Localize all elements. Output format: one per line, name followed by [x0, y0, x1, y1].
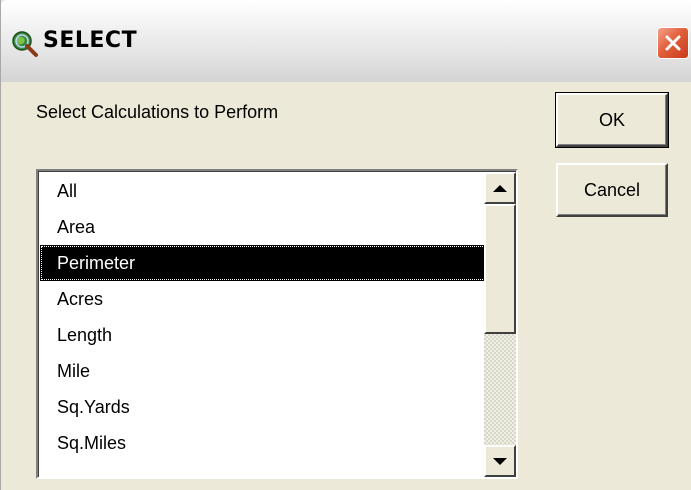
list-items: All Area Perimeter Acres Length Mile Sq.Yards S…	[40, 173, 486, 461]
list-item[interactable]: Sq.Yards	[40, 389, 486, 425]
title-bar[interactable]: SELECT	[1, 0, 691, 82]
listbox-frame: All Area Perimeter Acres Length Mile Sq.Yards S…	[38, 171, 516, 477]
select-dialog: SELECT Select Calculations to Perform OK…	[0, 0, 691, 490]
scroll-down-button[interactable]	[484, 445, 516, 477]
vertical-scrollbar[interactable]	[484, 172, 516, 477]
scroll-thumb[interactable]	[484, 204, 516, 334]
arrow-up-icon	[493, 184, 507, 192]
scroll-up-button[interactable]	[484, 172, 516, 204]
close-icon	[665, 35, 681, 51]
list-item[interactable]: Sq.Miles	[40, 425, 486, 461]
cancel-button[interactable]: Cancel	[556, 163, 668, 217]
prompt-label: Select Calculations to Perform	[36, 102, 279, 122]
list-item[interactable]: Acres	[40, 281, 486, 317]
ok-button[interactable]: OK	[555, 92, 669, 148]
list-item[interactable]: All	[40, 173, 486, 209]
close-button[interactable]	[657, 27, 689, 59]
list-item[interactable]: Mile	[40, 353, 486, 389]
calculations-listbox[interactable]: All Area Perimeter Acres Length Mile Sq.Yards S…	[36, 169, 518, 479]
arrow-down-icon	[493, 457, 507, 465]
globe-magnifier-icon	[12, 31, 38, 57]
list-item[interactable]: Perimeter	[40, 245, 486, 281]
list-item[interactable]: Area	[40, 209, 486, 245]
list-item[interactable]: Length	[40, 317, 486, 353]
window-title: SELECT	[43, 28, 138, 53]
